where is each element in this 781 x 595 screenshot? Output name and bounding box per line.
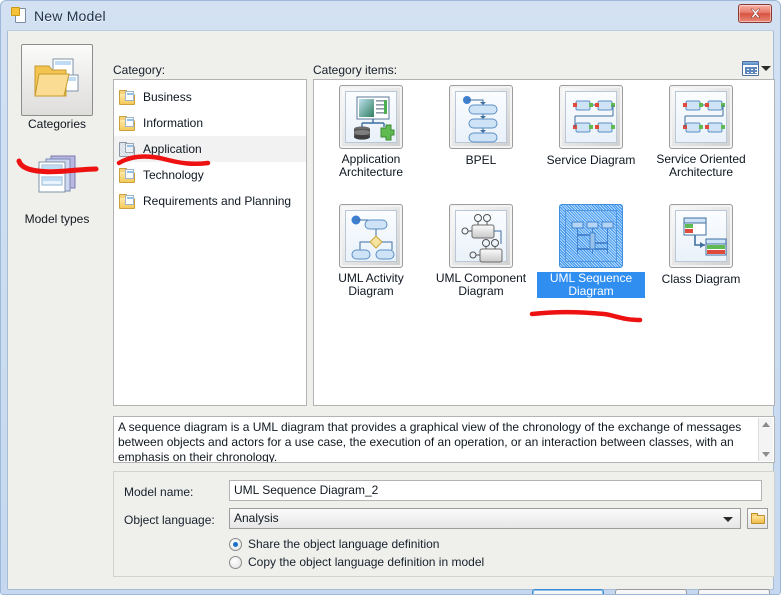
window-title: New Model xyxy=(34,7,106,24)
uml-component-icon xyxy=(449,204,513,268)
category-row-technology[interactable]: Technology xyxy=(114,162,306,188)
new-document-icon xyxy=(11,6,29,25)
category-label: Category: xyxy=(113,63,166,77)
title-bar: New Model xyxy=(7,1,774,30)
item-service-diagram[interactable]: Service Diagram xyxy=(537,85,645,167)
category-items-panel[interactable]: Application Architecture BPEL Service Di… xyxy=(313,79,775,406)
category-row-application[interactable]: Application xyxy=(114,136,306,162)
category-row-label: Business xyxy=(143,90,192,104)
service-diagram-icon xyxy=(559,85,623,149)
soa-icon xyxy=(669,85,733,149)
item-uml-sequence-diagram[interactable]: UML Sequence Diagram xyxy=(537,204,645,298)
folder-with-documents-icon xyxy=(21,44,93,116)
object-language-label: Object language: xyxy=(124,513,215,527)
sidebar-item-categories[interactable]: Categories xyxy=(21,44,93,131)
list-view-icon xyxy=(742,61,759,76)
bpel-icon xyxy=(449,85,513,149)
sidebar-item-label: Model types xyxy=(24,212,90,226)
object-language-select[interactable]: Analysis xyxy=(229,508,741,529)
item-label: Application Architecture xyxy=(338,152,404,179)
view-mode-dropdown[interactable] xyxy=(742,61,771,76)
class-diagram-icon xyxy=(669,204,733,268)
help-button[interactable]: Help xyxy=(698,589,770,594)
item-label: Class Diagram xyxy=(661,272,741,286)
sidebar: Categories Model types xyxy=(8,31,106,589)
folder-icon xyxy=(119,89,137,105)
cancel-button[interactable]: Cancel xyxy=(615,589,687,594)
category-row-label: Information xyxy=(143,116,204,130)
item-application-architecture[interactable]: Application Architecture xyxy=(317,85,425,179)
item-label: Service Oriented Architecture xyxy=(656,152,746,179)
radio-mark-icon xyxy=(229,537,242,551)
folder-icon xyxy=(119,115,137,131)
application-architecture-icon xyxy=(339,85,403,149)
description-scrollbar[interactable] xyxy=(758,418,773,461)
item-class-diagram[interactable]: Class Diagram xyxy=(647,204,755,286)
item-label: UML Activity Diagram xyxy=(338,271,404,298)
category-row-requirements-and-planning[interactable]: Requirements and Planning xyxy=(114,188,306,214)
description-box: A sequence diagram is a UML diagram that… xyxy=(113,416,775,463)
folder-hatched-icon xyxy=(119,141,137,157)
dialog-client: Categories Model types Category: Categor… xyxy=(7,30,775,594)
item-label: Service Diagram xyxy=(546,153,636,167)
folder-open-icon xyxy=(750,513,765,524)
sidebar-item-model-types[interactable]: Model types xyxy=(21,139,93,226)
model-name-label: Model name: xyxy=(124,485,194,499)
object-language-value: Analysis xyxy=(234,511,279,525)
radio-mark-icon xyxy=(229,555,242,569)
folder-icon xyxy=(119,193,137,209)
chevron-down-icon xyxy=(723,517,733,522)
item-bpel[interactable]: BPEL xyxy=(427,85,535,167)
scroll-down-icon[interactable] xyxy=(762,452,770,457)
category-row-label: Requirements and Planning xyxy=(143,194,292,208)
close-icon[interactable] xyxy=(738,4,772,23)
chevron-down-icon xyxy=(761,66,771,71)
scroll-up-icon[interactable] xyxy=(762,422,770,427)
item-uml-activity-diagram[interactable]: UML Activity Diagram xyxy=(317,204,425,298)
uml-activity-icon xyxy=(339,204,403,268)
radio-label: Share the object language definition xyxy=(248,537,440,551)
item-label: UML Sequence Diagram xyxy=(537,272,645,298)
folder-icon xyxy=(119,167,137,183)
radio-copy-object-language[interactable]: Copy the object language definition in m… xyxy=(229,555,484,569)
radio-share-object-language[interactable]: Share the object language definition xyxy=(229,537,439,551)
uml-sequence-icon xyxy=(559,204,623,268)
dialog-window: New Model Categories Model types Categor… xyxy=(0,0,781,595)
category-list[interactable]: Business Information Application Technol… xyxy=(113,79,307,406)
ok-button[interactable]: OK xyxy=(532,589,604,594)
category-row-information[interactable]: Information xyxy=(114,110,306,136)
object-language-browse-button[interactable] xyxy=(747,508,768,529)
model-name-input[interactable]: UML Sequence Diagram_2 xyxy=(229,480,762,501)
model-settings-group: Model name: UML Sequence Diagram_2 Objec… xyxy=(113,471,775,577)
category-row-label: Application xyxy=(143,142,202,156)
category-items-label: Category items: xyxy=(313,63,398,77)
item-label: UML Component Diagram xyxy=(435,271,527,298)
category-row-business[interactable]: Business xyxy=(114,84,306,110)
category-row-label: Technology xyxy=(143,168,204,182)
description-text: A sequence diagram is a UML diagram that… xyxy=(118,420,742,463)
sidebar-item-label: Categories xyxy=(27,117,87,131)
stacked-documents-icon xyxy=(21,139,93,211)
item-label: BPEL xyxy=(465,153,497,167)
item-service-oriented-architecture[interactable]: Service Oriented Architecture xyxy=(647,85,755,179)
item-uml-component-diagram[interactable]: UML Component Diagram xyxy=(427,204,535,298)
radio-label: Copy the object language definition in m… xyxy=(248,555,485,569)
